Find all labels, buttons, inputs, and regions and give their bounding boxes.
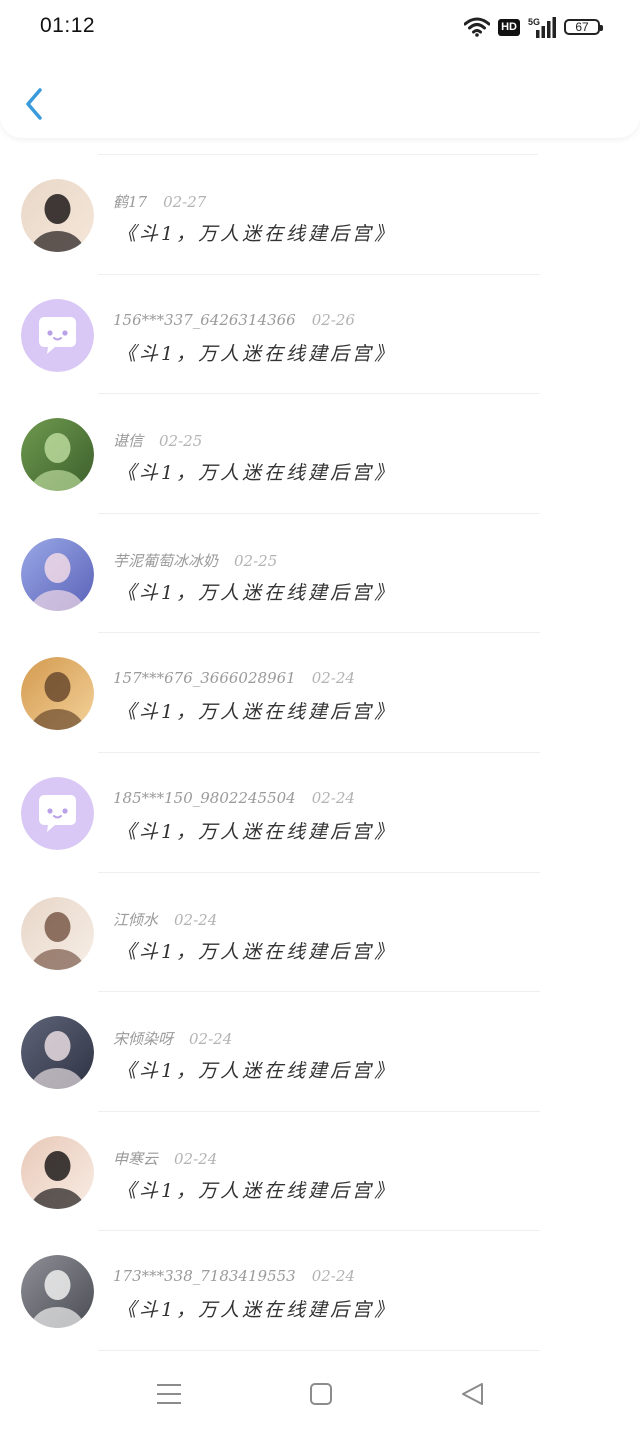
- item-meta: 156***337_6426314366 02-26: [113, 311, 355, 333]
- system-nav-bar: [0, 1355, 640, 1433]
- status-icons: HD 5G 67: [464, 16, 603, 38]
- item-meta: 申寒云 02-24: [113, 1148, 217, 1170]
- work-title[interactable]: 《斗1，万人迷在线建后宫》: [117, 578, 396, 605]
- post-date: 02-25: [234, 551, 278, 570]
- item-meta: 宋倾染呀 02-24: [113, 1028, 232, 1050]
- hd-badge: HD: [498, 18, 520, 36]
- back-button[interactable]: [22, 86, 48, 122]
- top-header: 01:12 HD 5G 67: [0, 0, 640, 138]
- recent-apps-button[interactable]: [154, 1381, 184, 1407]
- avatar[interactable]: [21, 1135, 94, 1209]
- author-name: 185***150_9802245504: [113, 788, 296, 807]
- avatar[interactable]: [21, 418, 94, 492]
- wifi-icon: [464, 17, 491, 37]
- item-meta: 185***150_9802245504 02-24: [113, 789, 355, 811]
- avatar[interactable]: [21, 537, 94, 611]
- post-date: 02-26: [311, 310, 355, 329]
- post-date: 02-24: [311, 788, 355, 807]
- author-name: 谌信: [113, 432, 144, 451]
- item-meta: 谌信 02-25: [113, 430, 202, 452]
- work-list: 鹤17 02-27 《斗1，万人迷在线建后宫》 156***337_642631436…: [0, 155, 640, 1351]
- item-meta: 江倾水 02-24: [113, 909, 217, 931]
- home-button[interactable]: [306, 1381, 336, 1407]
- item-meta: 157***676_3666028961 02-24: [113, 669, 355, 691]
- list-item[interactable]: 173***338_7183419553 02-24 《斗1，万人迷在线建后宫》: [0, 1231, 640, 1351]
- network-type: 5G: [528, 17, 540, 27]
- author-name: 156***337_6426314366: [113, 310, 296, 329]
- battery-icon: 67: [564, 19, 603, 35]
- work-title[interactable]: 《斗1，万人迷在线建后宫》: [117, 937, 396, 964]
- work-title[interactable]: 《斗1，万人迷在线建后宫》: [117, 458, 396, 485]
- post-date: 02-24: [189, 1030, 233, 1049]
- cellular-signal-icon: 5G: [528, 17, 556, 38]
- status-bar: 01:12 HD 5G 67: [0, 0, 640, 56]
- item-meta: 173***338_7183419553 02-24: [113, 1267, 355, 1289]
- avatar[interactable]: [21, 657, 94, 731]
- avatar[interactable]: [21, 298, 94, 372]
- item-meta: 芋泥葡萄冰冰奶 02-25: [113, 550, 277, 572]
- avatar[interactable]: [21, 896, 94, 970]
- back-nav-button[interactable]: [458, 1381, 488, 1407]
- list-item[interactable]: 宋倾染呀 02-24 《斗1，万人迷在线建后宫》: [0, 992, 640, 1112]
- list-item[interactable]: 鹤17 02-27 《斗1，万人迷在线建后宫》: [0, 155, 640, 275]
- author-name: 157***676_3666028961: [113, 669, 296, 688]
- work-title[interactable]: 《斗1，万人迷在线建后宫》: [117, 817, 396, 844]
- author-name: 鹤17: [113, 193, 148, 211]
- author-name: 宋倾染呀: [113, 1030, 174, 1049]
- list-item[interactable]: 157***676_3666028961 02-24 《斗1，万人迷在线建后宫》: [0, 633, 640, 753]
- list-item[interactable]: 申寒云 02-24 《斗1，万人迷在线建后宫》: [0, 1112, 640, 1232]
- chevron-left-icon: [26, 88, 42, 120]
- post-date: 02-24: [311, 1267, 355, 1286]
- back-triangle-icon: [462, 1383, 483, 1405]
- list-item[interactable]: 156***337_6426314366 02-26 《斗1，万人迷在线建后宫》: [0, 275, 640, 395]
- work-title[interactable]: 《斗1，万人迷在线建后宫》: [117, 697, 396, 724]
- work-title[interactable]: 《斗1，万人迷在线建后宫》: [117, 1176, 396, 1203]
- author-name: 173***338_7183419553: [113, 1267, 296, 1286]
- post-date: 02-24: [174, 1149, 218, 1168]
- battery-level: 67: [575, 20, 589, 34]
- list-item[interactable]: 芋泥葡萄冰冰奶 02-25 《斗1，万人迷在线建后宫》: [0, 514, 640, 634]
- list-item[interactable]: 江倾水 02-24 《斗1，万人迷在线建后宫》: [0, 873, 640, 993]
- avatar[interactable]: [21, 179, 94, 252]
- status-time: 01:12: [40, 14, 96, 37]
- post-date: 02-24: [311, 669, 355, 688]
- post-date: 02-24: [174, 910, 218, 929]
- work-title[interactable]: 《斗1，万人迷在线建后宫》: [117, 339, 396, 366]
- avatar[interactable]: [21, 776, 94, 850]
- work-title[interactable]: 《斗1，万人迷在线建后宫》: [117, 1295, 396, 1322]
- avatar[interactable]: [21, 1016, 94, 1090]
- item-meta: 鹤17 02-27: [113, 191, 206, 213]
- author-name: 申寒云: [113, 1149, 159, 1168]
- work-title[interactable]: 《斗1，万人迷在线建后宫》: [117, 1056, 396, 1083]
- work-title[interactable]: 《斗1，万人迷在线建后宫》: [117, 219, 396, 246]
- home-square-icon: [310, 1383, 332, 1405]
- avatar[interactable]: [21, 1255, 94, 1329]
- author-name: 江倾水: [113, 910, 159, 929]
- row-divider: [98, 1349, 540, 1351]
- author-name: 芋泥葡萄冰冰奶: [113, 551, 219, 570]
- post-date: 02-27: [163, 193, 207, 211]
- menu-icon: [157, 1384, 181, 1404]
- list-item[interactable]: 谌信 02-25 《斗1，万人迷在线建后宫》: [0, 394, 640, 514]
- list-item[interactable]: 185***150_9802245504 02-24 《斗1，万人迷在线建后宫》: [0, 753, 640, 873]
- post-date: 02-25: [159, 432, 203, 451]
